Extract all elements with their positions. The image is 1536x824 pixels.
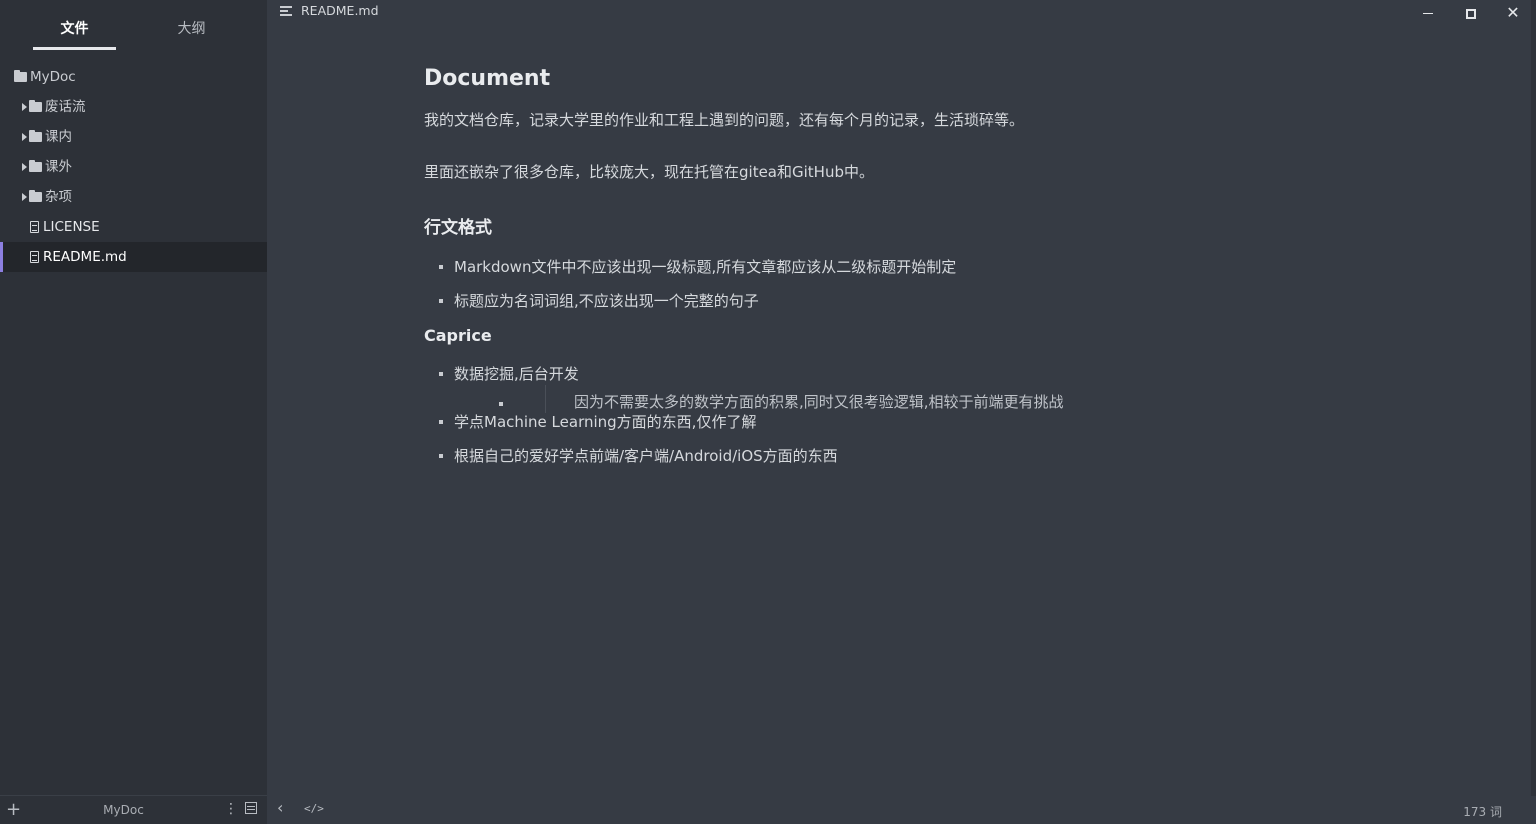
folder-icon (14, 70, 27, 82)
folder-icon (29, 160, 42, 172)
sidebar-tabs: 文件 大纲 (0, 0, 267, 52)
list-item-text: Markdown文件中不应该出现一级标题,所有文章都应该从二级标题开始制定 (454, 258, 957, 276)
tree-folder-zaxiang[interactable]: 杂项 (0, 182, 267, 212)
tree-folder-kenei[interactable]: 课内 (0, 122, 267, 152)
sidebar-footer: + MyDoc ⋮ (0, 795, 267, 824)
maximize-button[interactable] (1456, 2, 1486, 24)
current-folder-name: MyDoc (103, 803, 144, 817)
list-item: Markdown文件中不应该出现一级标题,所有文章都应该从二级标题开始制定 (424, 256, 1124, 278)
tree-item-label: README.md (43, 249, 127, 265)
tab-files[interactable]: 文件 (33, 18, 116, 50)
source-code-icon[interactable]: </> (304, 802, 324, 815)
minimize-icon (1423, 12, 1433, 15)
tab-outline[interactable]: 大纲 (150, 18, 233, 50)
bullet-icon (439, 454, 443, 458)
file-tree: MyDoc 废话流 课内 课外 杂项 LICENSE README.md (0, 62, 267, 272)
tree-item-label: 课外 (45, 159, 72, 175)
list-item: 学点Machine Learning方面的东西,仅作了解 (424, 411, 1124, 433)
format-list: Markdown文件中不应该出现一级标题,所有文章都应该从二级标题开始制定 标题… (424, 256, 1124, 312)
tree-item-label: 课内 (45, 129, 72, 145)
doc-paragraph: 我的文档仓库，记录大学里的作业和工程上遇到的问题，还有每个月的记录，生活琐碎等。 (424, 111, 1025, 129)
file-icon (30, 221, 39, 233)
tree-item-label: MyDoc (30, 69, 76, 85)
doc-heading-2: 行文格式 (424, 218, 492, 238)
file-icon (30, 251, 39, 263)
doc-paragraph: 里面还嵌杂了很多仓库，比较庞大，现在托管在gitea和GitHub中。 (424, 163, 874, 181)
scrollbar[interactable] (1531, 0, 1536, 796)
caret-right-icon[interactable] (22, 163, 27, 171)
editor-content[interactable]: Document 我的文档仓库，记录大学里的作业和工程上遇到的问题，还有每个月的… (424, 60, 1124, 479)
list-item-text: 数据挖掘,后台开发 (454, 365, 579, 383)
blockquote-bar (545, 385, 546, 413)
maximize-icon (1466, 8, 1476, 19)
tree-file-license[interactable]: LICENSE (0, 212, 267, 242)
bullet-icon (499, 402, 503, 406)
doc-heading-3: Caprice (424, 326, 492, 345)
tree-root-mydoc[interactable]: MyDoc (0, 62, 267, 92)
caprice-list: 数据挖掘,后台开发 因为不需要太多的数学方面的积累,同时又很考验逻辑,相较于前端… (424, 363, 1124, 467)
caret-right-icon[interactable] (22, 193, 27, 201)
tree-item-label: 杂项 (45, 189, 72, 205)
tree-folder-kewai[interactable]: 课外 (0, 152, 267, 182)
tree-item-label: LICENSE (43, 219, 100, 235)
list-view-icon[interactable] (245, 802, 257, 814)
list-item: 根据自己的爱好学点前端/客户端/Android/iOS方面的东西 (424, 445, 1124, 467)
window-title: README.md (301, 3, 379, 18)
bullet-icon (439, 420, 443, 424)
nested-list-item: 因为不需要太多的数学方面的积累,同时又很考验逻辑,相较于前端更有挑战 (454, 385, 1124, 413)
app-window: 文件 大纲 MyDoc 废话流 课内 课外 杂项 LICENSE README.… (0, 0, 1536, 824)
toggle-sidebar-icon[interactable]: ‹ (277, 798, 283, 817)
status-bar: ‹ </> 173 词 (267, 796, 1536, 824)
list-item-text: 根据自己的爱好学点前端/客户端/Android/iOS方面的东西 (454, 447, 838, 465)
minimize-button[interactable] (1413, 2, 1443, 24)
tree-file-readme[interactable]: README.md (0, 242, 267, 272)
list-item-text: 标题应为名词词组,不应该出现一个完整的句子 (454, 292, 759, 310)
bullet-icon (439, 265, 443, 269)
bullet-icon (439, 372, 443, 376)
caret-right-icon[interactable] (22, 133, 27, 141)
doc-heading-1: Document (424, 66, 551, 91)
tree-item-label: 废话流 (45, 99, 86, 115)
more-vertical-icon[interactable]: ⋮ (224, 801, 238, 817)
outline-menu-icon[interactable] (280, 6, 292, 16)
list-item-text: 学点Machine Learning方面的东西,仅作了解 (454, 413, 757, 431)
folder-icon (29, 100, 42, 112)
list-item: 标题应为名词词组,不应该出现一个完整的句子 (424, 290, 1124, 312)
list-item-text: 因为不需要太多的数学方面的积累,同时又很考验逻辑,相较于前端更有挑战 (574, 393, 1064, 411)
folder-icon (29, 130, 42, 142)
word-count[interactable]: 173 词 (1463, 803, 1502, 820)
title-bar: README.md ✕ (267, 0, 1536, 24)
caret-right-icon[interactable] (22, 103, 27, 111)
sidebar: 文件 大纲 MyDoc 废话流 课内 课外 杂项 LICENSE README.… (0, 0, 267, 824)
list-item: 数据挖掘,后台开发 因为不需要太多的数学方面的积累,同时又很考验逻辑,相较于前端… (424, 363, 1124, 413)
nested-list: 因为不需要太多的数学方面的积累,同时又很考验逻辑,相较于前端更有挑战 (454, 385, 1124, 413)
bullet-icon (439, 299, 443, 303)
close-button[interactable]: ✕ (1498, 2, 1528, 24)
tree-folder-feihualiu[interactable]: 废话流 (0, 92, 267, 122)
folder-icon (29, 190, 42, 202)
